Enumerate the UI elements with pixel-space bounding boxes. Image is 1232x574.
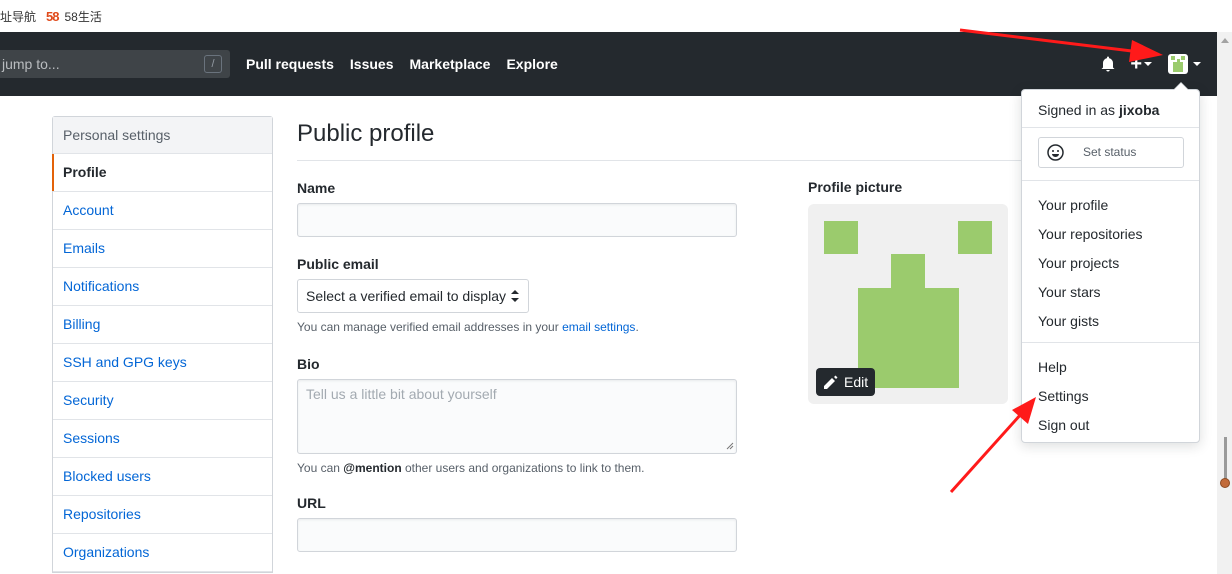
sidebar-item-billing[interactable]: Billing [53, 306, 272, 344]
name-field[interactable] [297, 203, 737, 237]
sidebar-heading: Personal settings [53, 117, 272, 154]
set-status-label: Set status [1083, 145, 1137, 159]
page-scrollbar[interactable] [1217, 32, 1232, 574]
user-dropdown-menu: Signed in as jixoba Set status Your prof… [1021, 82, 1200, 443]
nav-explore[interactable]: Explore [506, 56, 557, 72]
edit-label: Edit [844, 374, 869, 390]
settings-sidebar: Personal settings Profile Account Emails… [52, 116, 273, 573]
bio-note: You can @mention other users and organiz… [297, 461, 644, 475]
bio-note-text-end: other users and organizations to link to… [405, 461, 645, 475]
signed-in-prefix: Signed in as [1038, 102, 1116, 118]
edit-picture-button[interactable]: Edit [816, 368, 875, 396]
bookmark-label: 58生活 [64, 9, 102, 24]
sidebar-item-emails[interactable]: Emails [53, 230, 272, 268]
set-status-button[interactable]: Set status [1038, 137, 1184, 168]
menu-divider [1022, 127, 1199, 128]
public-email-selected: Select a verified email to display [306, 288, 506, 304]
menu-help[interactable]: Help [1038, 359, 1067, 375]
search-shortcut-hint: / [204, 55, 222, 73]
main-nav: Pull requests Issues Marketplace Explore [246, 32, 574, 96]
menu-divider [1022, 342, 1199, 343]
url-label: URL [297, 495, 326, 511]
menu-sign-out[interactable]: Sign out [1038, 417, 1089, 433]
bookmark-url-nav[interactable]: 址导航 [0, 8, 36, 25]
bio-field[interactable] [297, 379, 737, 454]
chevron-down-icon[interactable] [1193, 62, 1201, 66]
bookmark-58[interactable]: 58 58生活 [46, 8, 102, 25]
email-note-text: You can manage verified email addresses … [297, 320, 559, 334]
sidebar-item-security[interactable]: Security [53, 382, 272, 420]
menu-your-gists[interactable]: Your gists [1038, 313, 1099, 329]
resize-handle-icon[interactable] [726, 442, 734, 450]
email-note: You can manage verified email addresses … [297, 320, 639, 334]
nav-pull-requests[interactable]: Pull requests [246, 56, 334, 72]
plus-icon[interactable]: + [1130, 54, 1142, 74]
scrollbar-knob[interactable] [1220, 478, 1230, 488]
page-title: Public profile [297, 120, 435, 147]
profile-picture-label: Profile picture [808, 179, 903, 195]
pencil-icon [824, 375, 838, 389]
menu-your-stars[interactable]: Your stars [1038, 284, 1101, 300]
title-divider [297, 160, 1037, 161]
email-settings-link[interactable]: email settings [562, 320, 635, 334]
public-email-label: Public email [297, 256, 379, 272]
menu-your-profile[interactable]: Your profile [1038, 197, 1108, 213]
mention-keyword: @mention [343, 461, 402, 475]
scroll-up-icon[interactable] [1221, 38, 1229, 43]
avatar[interactable] [1168, 54, 1188, 74]
bio-note-text: You can [297, 461, 340, 475]
name-label: Name [297, 180, 336, 196]
sidebar-item-blocked-users[interactable]: Blocked users [53, 458, 272, 496]
sidebar-item-profile[interactable]: Profile [52, 154, 272, 192]
nav-issues[interactable]: Issues [350, 56, 394, 72]
public-email-select[interactable]: Select a verified email to display [297, 279, 529, 313]
sidebar-item-account[interactable]: Account [53, 192, 272, 230]
smiley-icon [1047, 144, 1064, 161]
bookmarks-bar: 址导航 58 58生活 [0, 0, 1232, 32]
arrow-shaft [949, 411, 1024, 494]
menu-your-repositories[interactable]: Your repositories [1038, 226, 1143, 242]
menu-settings[interactable]: Settings [1038, 388, 1089, 404]
search-placeholder: jump to... [2, 56, 60, 72]
email-note-end: . [635, 320, 639, 334]
58-logo-icon: 58 [46, 8, 60, 24]
sidebar-item-ssh-gpg-keys[interactable]: SSH and GPG keys [53, 344, 272, 382]
url-field[interactable] [297, 518, 737, 552]
site-header: jump to... / Pull requests Issues Market… [0, 32, 1217, 96]
menu-your-projects[interactable]: Your projects [1038, 255, 1119, 271]
sidebar-item-sessions[interactable]: Sessions [53, 420, 272, 458]
sidebar-item-repositories[interactable]: Repositories [53, 496, 272, 534]
select-arrows-icon [511, 290, 519, 302]
search-input[interactable]: jump to... / [0, 50, 230, 78]
bio-label: Bio [297, 356, 320, 372]
signed-in-text: Signed in as jixoba [1038, 102, 1159, 118]
menu-divider [1022, 180, 1199, 181]
sidebar-item-organizations[interactable]: Organizations [53, 534, 272, 572]
bell-icon[interactable] [1100, 56, 1116, 72]
bookmark-label: 址导航 [0, 9, 37, 24]
sidebar-item-notifications[interactable]: Notifications [53, 268, 272, 306]
nav-marketplace[interactable]: Marketplace [410, 56, 491, 72]
chevron-down-icon[interactable] [1144, 62, 1152, 66]
username: jixoba [1118, 102, 1160, 118]
